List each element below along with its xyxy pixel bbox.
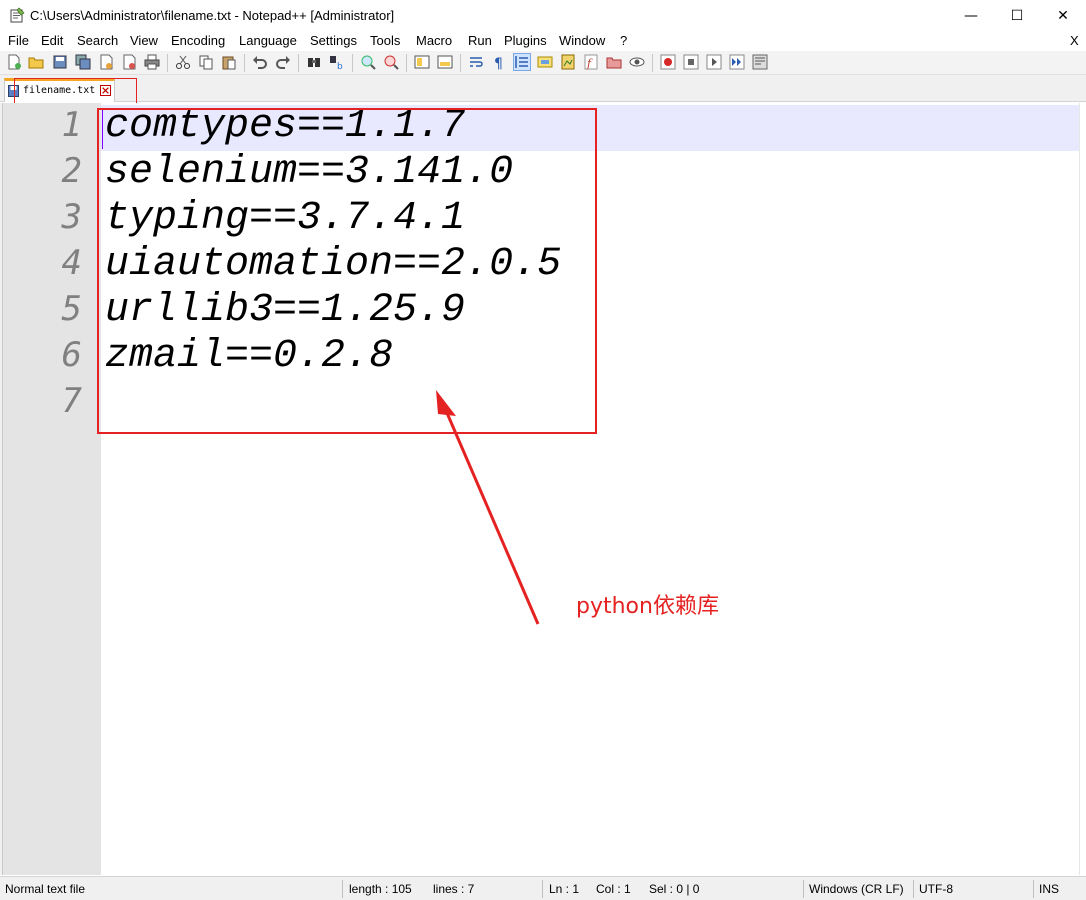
- menu-run[interactable]: Run: [468, 33, 492, 48]
- annotation-label: python依赖库: [576, 594, 719, 619]
- close-document-button[interactable]: X: [1070, 33, 1079, 48]
- title-bar: C:\Users\Administrator\filename.txt - No…: [0, 0, 1086, 31]
- status-lines: lines : 7: [433, 882, 475, 896]
- status-length: length : 105: [349, 882, 412, 896]
- menu-help[interactable]: ?: [620, 33, 627, 48]
- doc-map-icon[interactable]: [560, 54, 576, 70]
- code-annotation-box: [97, 108, 597, 434]
- redo-icon[interactable]: [275, 54, 291, 70]
- close-window-button[interactable]: ✕: [1040, 0, 1086, 31]
- status-line-number: Ln : 1: [549, 882, 580, 896]
- status-insert-mode[interactable]: INS: [1039, 882, 1059, 896]
- toolbar-separator: [352, 54, 353, 72]
- indent-guide-icon[interactable]: [513, 53, 531, 71]
- maximize-icon: ☐: [1010, 7, 1024, 24]
- stop-macro-icon[interactable]: [683, 54, 699, 70]
- toolbar-separator: [298, 54, 299, 72]
- toolbar-separator: [244, 54, 245, 72]
- toolbar-separator: [460, 54, 461, 72]
- svg-text:¶: ¶: [494, 56, 503, 70]
- notepad-plus-plus-icon: [10, 7, 25, 23]
- menu-encoding[interactable]: Encoding: [171, 33, 225, 48]
- minimize-button[interactable]: —: [948, 0, 994, 31]
- status-file-type: Normal text file: [5, 882, 86, 896]
- menu-macro[interactable]: Macro: [416, 33, 452, 48]
- toolbar-separator: [167, 54, 168, 72]
- zoom-in-icon[interactable]: [360, 54, 376, 70]
- status-bar: Normal text file length : 105 lines : 7 …: [0, 876, 1086, 900]
- status-separator: [1033, 880, 1034, 898]
- tab-bar: filename.txt: [0, 75, 1086, 102]
- line-number: 6: [61, 335, 82, 375]
- svg-text:b: b: [337, 62, 343, 70]
- menu-file[interactable]: File: [8, 33, 29, 48]
- word-wrap-icon[interactable]: [468, 54, 484, 70]
- zoom-out-icon[interactable]: [383, 54, 399, 70]
- menu-tools[interactable]: Tools: [370, 33, 400, 48]
- menu-language[interactable]: Language: [239, 33, 297, 48]
- close-icon: ✕: [1057, 7, 1069, 24]
- undo-icon[interactable]: [252, 54, 268, 70]
- status-separator: [542, 880, 543, 898]
- open-file-icon[interactable]: [28, 54, 44, 70]
- menu-bar: File Edit Search View Encoding Language …: [0, 31, 1086, 51]
- new-file-icon[interactable]: [6, 54, 22, 70]
- print-icon[interactable]: [144, 54, 160, 70]
- close-icon[interactable]: [98, 54, 114, 70]
- cut-icon[interactable]: [175, 54, 191, 70]
- user-defined-language-icon[interactable]: [537, 54, 553, 70]
- save-icon[interactable]: [52, 54, 68, 70]
- close-all-icon[interactable]: [121, 54, 137, 70]
- toolbar: b ¶ f: [0, 51, 1086, 75]
- menu-search[interactable]: Search: [77, 33, 118, 48]
- sync-horizontal-icon[interactable]: [437, 54, 453, 70]
- show-all-characters-icon[interactable]: ¶: [491, 54, 507, 70]
- play-macro-icon[interactable]: [706, 54, 722, 70]
- function-list-icon[interactable]: f: [583, 54, 599, 70]
- line-number: 5: [61, 289, 82, 329]
- status-separator: [913, 880, 914, 898]
- status-separator: [803, 880, 804, 898]
- folder-as-workspace-icon[interactable]: [606, 54, 622, 70]
- line-number: 3: [61, 197, 82, 237]
- menu-view[interactable]: View: [130, 33, 158, 48]
- sync-vertical-icon[interactable]: [414, 54, 430, 70]
- menu-edit[interactable]: Edit: [41, 33, 63, 48]
- paste-icon[interactable]: [221, 54, 237, 70]
- save-macro-icon[interactable]: [752, 54, 768, 70]
- line-number: 7: [61, 381, 82, 421]
- line-number: 1: [61, 105, 82, 145]
- monitoring-icon[interactable]: [629, 54, 645, 70]
- copy-icon[interactable]: [198, 54, 214, 70]
- status-encoding[interactable]: UTF-8: [919, 882, 953, 896]
- status-eol[interactable]: Windows (CR LF): [809, 882, 904, 896]
- toolbar-separator: [406, 54, 407, 72]
- toolbar-separator: [652, 54, 653, 72]
- status-selection: Sel : 0 | 0: [649, 882, 700, 896]
- find-icon[interactable]: [306, 54, 322, 70]
- save-all-icon[interactable]: [75, 54, 91, 70]
- menu-window[interactable]: Window: [559, 33, 605, 48]
- status-separator: [342, 880, 343, 898]
- line-number: 4: [61, 243, 82, 283]
- replace-icon[interactable]: b: [329, 54, 345, 70]
- menu-plugins[interactable]: Plugins: [504, 33, 547, 48]
- window-title: C:\Users\Administrator\filename.txt - No…: [30, 8, 395, 23]
- run-macro-multiple-icon[interactable]: [729, 54, 745, 70]
- maximize-button[interactable]: ☐: [994, 0, 1040, 31]
- menu-settings[interactable]: Settings: [310, 33, 357, 48]
- line-number: 2: [61, 151, 82, 191]
- status-column: Col : 1: [596, 882, 631, 896]
- vertical-scrollbar[interactable]: [1079, 103, 1086, 875]
- minimize-icon: —: [964, 7, 978, 24]
- record-macro-icon[interactable]: [660, 54, 676, 70]
